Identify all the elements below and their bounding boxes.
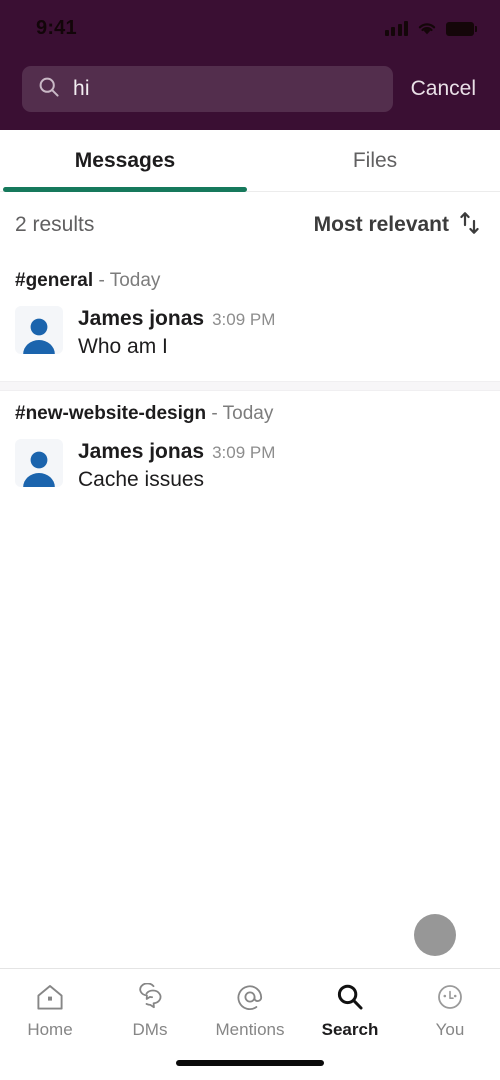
result-date: Today [222, 403, 274, 424]
result-context: #new-website-design - Today [15, 403, 485, 425]
status-bar-time: 9:41 [36, 16, 77, 39]
channel-name[interactable]: #new-website-design [15, 403, 206, 424]
sort-label: Most relevant [313, 213, 449, 236]
message-text: Cache issues [78, 468, 205, 491]
message-author: James jonas [78, 440, 205, 463]
home-icon [35, 981, 65, 1013]
message-row: James jonas 3:09 PM Who am I [15, 306, 485, 359]
message-row: James jonas 3:09 PM Cache issues [15, 439, 485, 492]
search-icon [38, 76, 60, 103]
search-input[interactable]: hi [22, 66, 393, 112]
message-author: James jonas [78, 307, 205, 330]
meta-separator: - [211, 403, 218, 424]
wifi-icon [417, 21, 437, 36]
search-icon [335, 981, 365, 1013]
nav-item-dms[interactable]: DMs [100, 981, 200, 1040]
message-header: James jonas 3:09 PM [78, 440, 485, 464]
tab-files[interactable]: Files [250, 130, 500, 191]
message-timestamp: 3:09 PM [212, 443, 276, 462]
nav-item-home[interactable]: Home [0, 981, 100, 1040]
search-tabs: Messages Files [0, 130, 500, 192]
nav-label-mentions: Mentions [215, 1020, 285, 1039]
sort-arrows-icon [458, 210, 482, 241]
message-text: Who am I [78, 335, 168, 358]
user-avatar-icon [15, 439, 63, 487]
search-input-value: hi [73, 77, 90, 100]
cancel-button[interactable]: Cancel [401, 77, 486, 101]
nav-item-search[interactable]: Search [300, 981, 400, 1040]
home-indicator [176, 1060, 324, 1066]
message-body: James jonas 3:09 PM Who am I [78, 306, 485, 359]
battery-full-icon [446, 21, 477, 36]
result-date: Today [109, 270, 161, 291]
meta-separator: - [98, 270, 105, 291]
result-divider [0, 381, 500, 391]
search-result-item[interactable]: #new-website-design - Today James jonas … [0, 391, 500, 514]
search-result-item[interactable]: #general - Today James jonas 3:09 PM Who… [0, 258, 500, 381]
nav-label-dms: DMs [132, 1020, 168, 1039]
sort-control[interactable]: Most relevant [314, 210, 482, 241]
nav-item-you[interactable]: You [400, 981, 500, 1040]
bottom-navigation: Home DMs Mentions Search You [0, 968, 500, 1080]
profile-face-icon [435, 981, 465, 1013]
results-count: 2 results [15, 213, 95, 236]
user-avatar-icon [15, 306, 63, 354]
nav-item-mentions[interactable]: Mentions [200, 981, 300, 1040]
tab-messages[interactable]: Messages [0, 130, 250, 192]
channel-name[interactable]: #general [15, 270, 93, 291]
search-header: hi Cancel [0, 56, 500, 130]
status-bar-icons [384, 20, 477, 36]
cellular-signal-icon [384, 20, 408, 36]
status-bar: 9:41 [0, 0, 500, 56]
at-sign-icon [235, 981, 265, 1013]
nav-label-search: Search [321, 1020, 379, 1039]
speech-bubbles-icon [134, 981, 166, 1013]
result-context: #general - Today [15, 270, 485, 292]
nav-label-home: Home [27, 1020, 73, 1039]
message-header: James jonas 3:09 PM [78, 307, 485, 331]
results-summary-bar: 2 results Most relevant [0, 192, 500, 258]
nav-label-you: You [435, 1020, 465, 1039]
message-body: James jonas 3:09 PM Cache issues [78, 439, 485, 492]
message-timestamp: 3:09 PM [212, 310, 276, 329]
circle-placeholder-icon[interactable] [414, 914, 456, 956]
